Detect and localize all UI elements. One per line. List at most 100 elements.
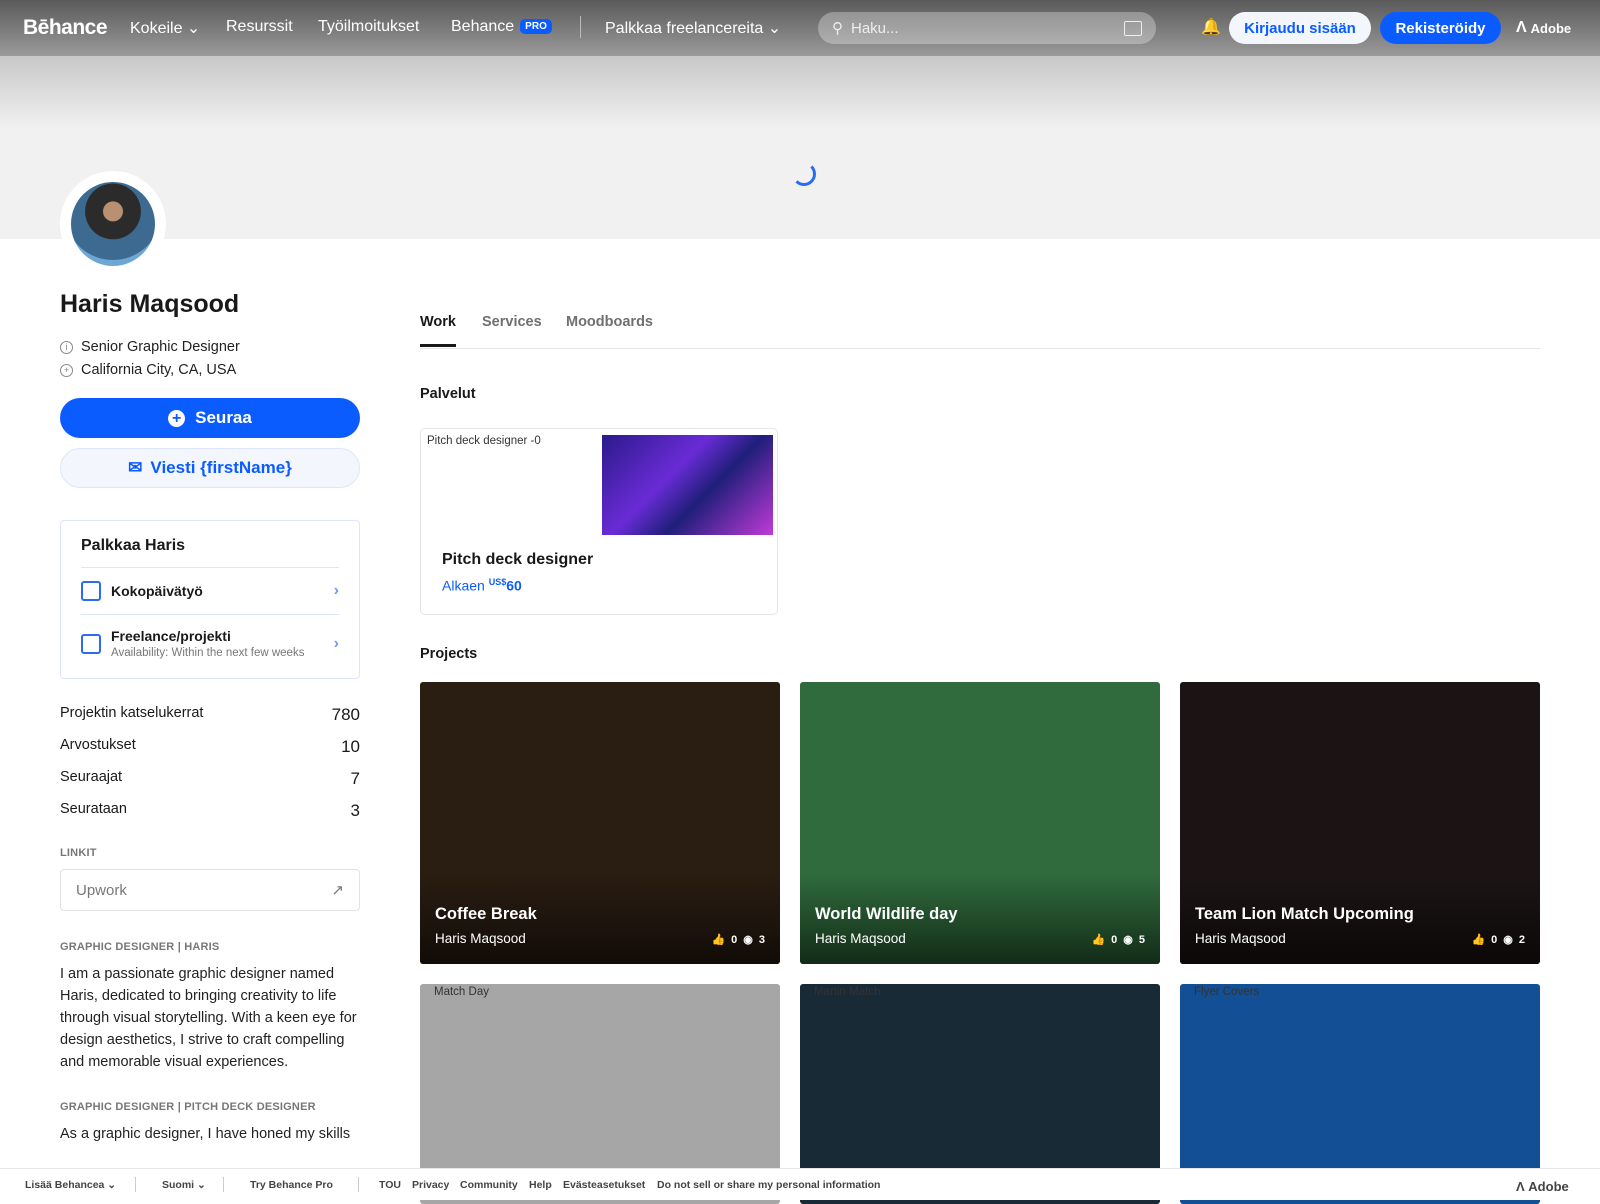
chevron-right-icon: › — [333, 582, 339, 599]
clipboard-clock-icon — [81, 633, 101, 654]
bio-text: As a graphic designer, I have honed my s… — [60, 1126, 351, 1142]
tab-work[interactable]: Work — [420, 314, 456, 347]
footer-try-pro[interactable]: Try Behance Pro — [250, 1179, 333, 1191]
service-card[interactable]: Pitch deck designer -0 Pitch deck design… — [420, 428, 778, 615]
project-card[interactable]: World Wildlife day Haris Maqsood 👍 0 ◉ 5 — [800, 682, 1160, 964]
eye-icon: ◉ — [1503, 934, 1513, 946]
follow-label: Seuraa — [195, 408, 252, 427]
message-label: Viesti {firstName} — [150, 458, 292, 477]
profile-banner — [0, 56, 1600, 239]
external-link-icon: ↗ — [331, 882, 344, 899]
project-author[interactable]: Haris Maqsood — [435, 931, 526, 946]
project-title[interactable]: Team Lion Match Upcoming — [1195, 905, 1414, 924]
adobe-link[interactable]: Λ Adobe — [1516, 19, 1571, 37]
broken-image-alt: Flyer Covers — [1194, 986, 1260, 998]
project-card[interactable]: Coffee Break Haris Maqsood 👍 0 ◉ 3 — [420, 682, 780, 964]
pro-badge: PRO — [520, 19, 552, 34]
stat-label: Projektin katselukerrat — [60, 705, 204, 721]
adobe-logo-icon: Λ — [1516, 19, 1527, 36]
project-author[interactable]: Haris Maqsood — [815, 931, 906, 946]
login-button[interactable]: Kirjaudu sisään — [1229, 12, 1371, 44]
stat-row: Arvostukset 10 — [60, 737, 360, 757]
avatar-photo — [71, 182, 155, 266]
plus-circle-icon: + — [168, 409, 186, 427]
link-label: Upwork — [76, 881, 127, 899]
hire-panel: Palkkaa Haris Kokopäivätyö › Freelance/pr… — [60, 520, 360, 679]
stat-label: Arvostukset — [60, 737, 136, 753]
nav-kokeile[interactable]: Kokeile ⌄ — [130, 18, 200, 38]
broken-image-alt: Martin Match — [814, 986, 881, 998]
footer-more[interactable]: Lisää Behancea ⌄ — [25, 1179, 116, 1191]
profile-sidebar: Haris Maqsood i Senior Graphic Designer +… — [60, 290, 360, 1145]
image-search-icon[interactable] — [1124, 20, 1142, 36]
views-count: 3 — [758, 933, 765, 946]
hire-freelance-label: Freelance/projekti — [111, 628, 231, 644]
footer-do-not-sell[interactable]: Do not sell or share my personal informa… — [657, 1179, 880, 1191]
likes-count: 0 — [1111, 933, 1118, 946]
service-image — [602, 435, 773, 535]
footer-adobe[interactable]: Λ Adobe — [1516, 1179, 1569, 1194]
search-input[interactable]: ⚲ Haku... — [818, 12, 1156, 44]
location: + California City, CA, USA — [60, 362, 360, 378]
link-upwork[interactable]: Upwork ↗ — [60, 869, 360, 911]
hire-fulltime-label: Kokopäivätyö — [111, 583, 203, 599]
hire-fulltime[interactable]: Kokopäivätyö › — [81, 568, 339, 615]
project-card[interactable]: Team Lion Match Upcoming Haris Maqsood 👍 0 ◉… — [1180, 682, 1540, 964]
bio-text: I am a passionate graphic designer named… — [60, 966, 357, 1070]
stat-row[interactable]: Seurataan 3 — [60, 801, 360, 821]
project-title[interactable]: World Wildlife day — [815, 905, 958, 924]
stat-row[interactable]: Seuraajat 7 — [60, 769, 360, 789]
follow-button[interactable]: + Seuraa — [60, 398, 360, 438]
footer-language[interactable]: Suomi ⌄ — [162, 1179, 206, 1191]
message-button[interactable]: ✉ Viesti {firstName} — [60, 448, 360, 488]
project-stats: 👍 0 ◉ 5 — [1091, 933, 1145, 947]
divider — [135, 1177, 136, 1192]
project-author[interactable]: Haris Maqsood — [1195, 931, 1286, 946]
bell-icon[interactable]: 🔔 — [1201, 17, 1221, 37]
thumbs-up-icon: 👍 — [711, 934, 726, 946]
thumbs-up-icon: 👍 — [1091, 934, 1106, 946]
footer-privacy[interactable]: Privacy — [412, 1179, 449, 1191]
profile-name: Haris Maqsood — [60, 290, 240, 318]
footer-cookies[interactable]: Evästeasetukset — [563, 1179, 645, 1191]
footer-help[interactable]: Help — [529, 1179, 552, 1191]
stat-value: 10 — [341, 737, 360, 756]
divider — [580, 16, 581, 38]
stat-label: Seurataan — [60, 801, 127, 817]
price-prefix: Alkaen — [442, 577, 485, 594]
behance-logo[interactable]: Bēhance — [23, 16, 108, 40]
tab-services[interactable]: Services — [482, 314, 542, 330]
adobe-label: Adobe — [1528, 1179, 1569, 1194]
eye-icon: ◉ — [1123, 934, 1133, 946]
footer-community[interactable]: Community — [460, 1179, 518, 1191]
divider — [358, 1177, 359, 1192]
hire-title: Palkkaa Haris — [81, 537, 339, 568]
hire-freelance[interactable]: Freelance/projekti Availability: Within t… — [81, 615, 339, 672]
profile-stats: Projektin katselukerrat 780 Arvostukset 10… — [60, 705, 360, 821]
nav-tyoilmoitukset[interactable]: Työilmoitukset — [318, 18, 419, 36]
chevron-right-icon: › — [333, 634, 339, 652]
likes-count: 0 — [731, 933, 738, 946]
nav-behance-pro[interactable]: Behance PRO — [451, 18, 552, 36]
stat-row: Projektin katselukerrat 780 — [60, 705, 360, 725]
info-icon: i — [60, 340, 73, 354]
nav-resurssit[interactable]: Resurssit — [226, 18, 293, 36]
loading-spinner — [792, 162, 816, 186]
register-button[interactable]: Rekisteröidy — [1380, 12, 1501, 44]
project-stats: 👍 0 ◉ 2 — [1471, 933, 1525, 947]
footer-tou[interactable]: TOU — [379, 1179, 401, 1191]
occupation-text: Senior Graphic Designer — [81, 339, 240, 355]
occupation: i Senior Graphic Designer — [60, 339, 360, 355]
stat-label: Seuraajat — [60, 769, 123, 785]
project-stats: 👍 0 ◉ 3 — [711, 933, 765, 947]
currency: US$ — [488, 577, 507, 587]
links-caption: LINKIT — [60, 847, 97, 859]
nav-hire-freelancers[interactable]: Palkkaa freelancereita ⌄ — [605, 18, 781, 38]
bio-caption: GRAPHIC DESIGNER | HARIS — [60, 941, 220, 953]
tab-moodboards[interactable]: Moodboards — [566, 314, 653, 330]
profile-tabs: Work Services Moodboards — [420, 306, 1540, 349]
top-nav: Bēhance Kokeile ⌄ Resurssit Työilmoituks… — [0, 0, 1600, 56]
price-value: 60 — [506, 577, 522, 594]
bio-caption: GRAPHIC DESIGNER | PITCH DECK DESIGNER — [60, 1101, 316, 1113]
project-title[interactable]: Coffee Break — [435, 905, 537, 924]
